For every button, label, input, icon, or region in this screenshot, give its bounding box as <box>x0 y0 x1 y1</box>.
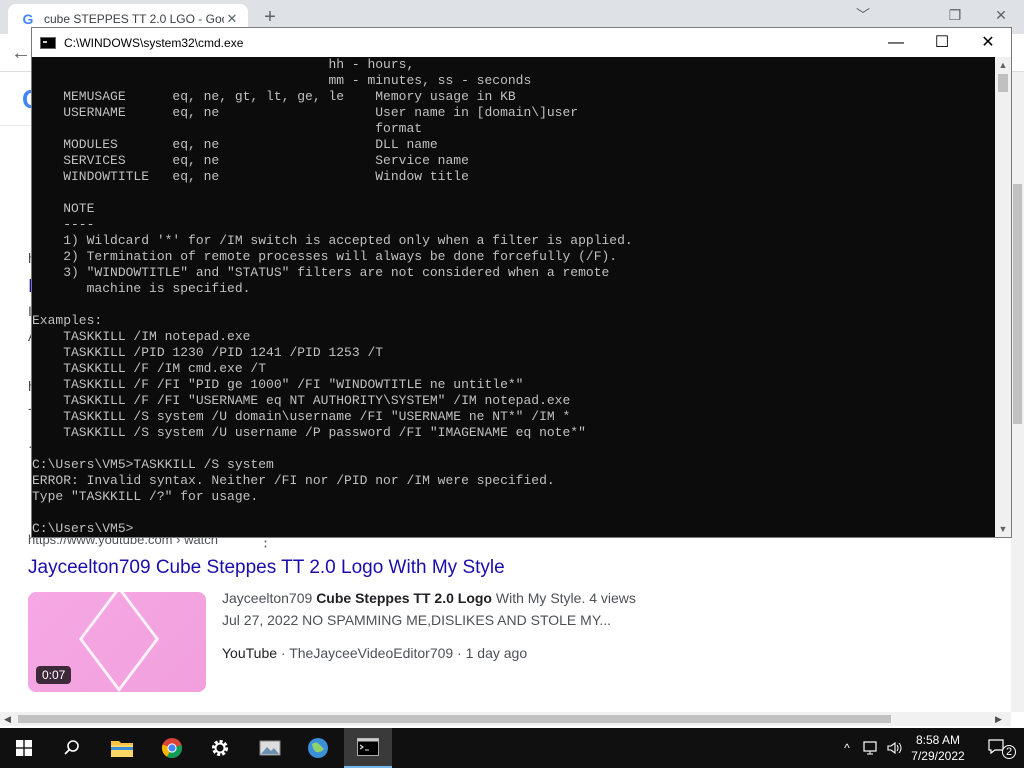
taskbar-cmd-icon[interactable] <box>344 728 392 768</box>
google-favicon-icon: G <box>22 11 34 27</box>
result-title-link[interactable]: Jayceelton709 Cube Steppes TT 2.0 Logo W… <box>28 557 505 579</box>
source-site: YouTube <box>222 645 278 661</box>
cmd-scroll-thumb[interactable] <box>998 74 1008 92</box>
file-explorer-icon[interactable] <box>98 728 146 768</box>
close-button[interactable]: ✕ <box>965 28 1011 57</box>
folder-icon <box>111 741 133 757</box>
console-line: ERROR: Invalid syntax. Neither /FI nor /… <box>32 473 555 488</box>
console-line: machine is specified. <box>32 281 251 296</box>
snippet-prefix: Jayceelton709 <box>222 590 317 606</box>
console-line: SERVICES eq, ne Service name <box>32 153 469 168</box>
tab-close-icon[interactable]: ✕ <box>224 11 240 27</box>
snippet-bold: Cube Steppes TT 2.0 Logo <box>316 590 492 606</box>
network-monitor-icon <box>863 741 877 755</box>
console-line: C:\Users\VM5> <box>32 521 134 536</box>
volume-icon[interactable] <box>884 728 906 768</box>
console-icon <box>357 738 379 756</box>
result-source: YouTube · TheJayceeVideoEditor709 · 1 da… <box>222 645 527 661</box>
chrome-icon[interactable] <box>148 728 196 768</box>
picture-icon <box>259 740 281 756</box>
tab-title: cube STEPPES TT 2.0 LGO - Goog <box>44 12 224 26</box>
gear-icon <box>212 740 228 756</box>
console-line: hh - hours, <box>32 57 415 72</box>
windows-logo-icon <box>16 740 32 756</box>
console-line: C:\Users\VM5>TASKKILL /S system <box>32 457 274 472</box>
magnifier-icon <box>64 740 79 755</box>
start-windows-icon[interactable] <box>0 728 48 768</box>
scroll-down-icon[interactable]: ▼ <box>995 522 1011 536</box>
tab-search-icon[interactable]: ﹀ <box>840 4 886 26</box>
page-vertical-scrollbar[interactable] <box>1011 72 1024 712</box>
result-snippet-line1: Jayceelton709 Cube Steppes TT 2.0 Logo W… <box>222 590 636 606</box>
scroll-up-icon[interactable]: ▲ <box>995 58 1011 72</box>
console-line: MEMUSAGE eq, ne, gt, lt, ge, le Memory u… <box>32 89 516 104</box>
console-line: USERNAME eq, ne User name in [domain\]us… <box>32 105 579 120</box>
console-line: ---- <box>32 217 95 232</box>
cube-logo-image <box>78 592 160 692</box>
chrome-logo-icon <box>161 738 182 759</box>
globe-icon <box>308 738 328 758</box>
console-line: TASKKILL /S system /U domain\username /F… <box>32 409 571 424</box>
taskbar: ^ 8:58 AM 7/29/2022 2 <box>0 728 1024 768</box>
source-channel: · TheJayceeVideoEditor709 · 1 day ago <box>277 645 528 661</box>
maximize-button[interactable]: ☐ <box>919 28 965 57</box>
cmd-vertical-scrollbar[interactable]: ▲ ▼ <box>995 57 1011 537</box>
photos-app-icon[interactable] <box>246 728 294 768</box>
console-line: TASKKILL /F /IM cmd.exe /T <box>32 361 267 376</box>
console-line: MODULES eq, ne DLL name <box>32 137 438 152</box>
taskbar-clock[interactable]: 8:58 AM 7/29/2022 <box>906 732 970 764</box>
console-line: mm - minutes, ss - seconds <box>32 73 532 88</box>
speaker-icon <box>887 741 902 755</box>
cmd-titlebar[interactable]: C:\WINDOWS\system32\cmd.exe — ☐ ✕ <box>32 28 1011 57</box>
clock-date: 7/29/2022 <box>911 749 965 763</box>
cmd-window[interactable]: C:\WINDOWS\system32\cmd.exe — ☐ ✕ hh - h… <box>31 27 1012 538</box>
console-line: NOTE <box>32 201 95 216</box>
scroll-right-icon[interactable]: ▶ <box>995 712 1002 726</box>
action-center-icon[interactable]: 2 <box>980 728 1017 768</box>
browser-restore-button[interactable]: ❐ <box>932 4 978 26</box>
cmd-app-icon <box>40 36 56 49</box>
video-duration: 0:07 <box>36 666 72 684</box>
notification-count-badge: 2 <box>1002 745 1017 759</box>
minimize-button[interactable]: — <box>873 28 919 57</box>
console-line: 2) Termination of remote processes will … <box>32 249 618 264</box>
video-thumbnail[interactable]: 0:07 <box>28 592 206 692</box>
search-icon[interactable] <box>48 728 96 768</box>
network-icon[interactable] <box>860 728 882 768</box>
console-line: TASKKILL /IM notepad.exe <box>32 329 251 344</box>
console-line: TASKKILL /S system /U username /P passwo… <box>32 425 586 440</box>
console-line: WINDOWTITLE eq, ne Window title <box>32 169 469 184</box>
cmd-title: C:\WINDOWS\system32\cmd.exe <box>64 35 244 50</box>
browser-close-button[interactable]: ✕ <box>978 4 1024 26</box>
clock-time: 8:58 AM <box>915 733 961 747</box>
console-line: TASKKILL /F /FI "PID ge 1000" /FI "WINDO… <box>32 377 524 392</box>
console-line: Examples: <box>32 313 103 328</box>
page-horizontal-scrollbar[interactable]: ◀ ▶ <box>0 712 1011 726</box>
tray-chevron-icon[interactable]: ^ <box>838 728 856 768</box>
snippet-suffix: With My Style. 4 views <box>491 590 636 606</box>
console-line: 3) "WINDOWTITLE" and "STATUS" filters ar… <box>32 265 610 280</box>
console-line: TASKKILL /PID 1230 /PID 1241 /PID 1253 /… <box>32 345 384 360</box>
horizontal-scroll-thumb[interactable] <box>18 715 891 723</box>
console-line: TASKKILL /F /FI "USERNAME eq NT AUTHORIT… <box>32 393 571 408</box>
globe-app-icon[interactable] <box>294 728 342 768</box>
console-line: 1) Wildcard '*' for /IM switch is accept… <box>32 233 633 248</box>
page-scroll-thumb[interactable] <box>1013 184 1022 424</box>
cmd-console-output[interactable]: hh - hours, mm - minutes, ss - seconds M… <box>32 57 995 537</box>
settings-gear-icon[interactable] <box>196 728 244 768</box>
console-line: format <box>32 121 423 136</box>
console-line: Type "TASKKILL /?" for usage. <box>32 489 259 504</box>
scroll-left-icon[interactable]: ◀ <box>4 712 11 726</box>
result-snippet-line2: Jul 27, 2022 NO SPAMMING ME,DISLIKES AND… <box>222 612 612 628</box>
